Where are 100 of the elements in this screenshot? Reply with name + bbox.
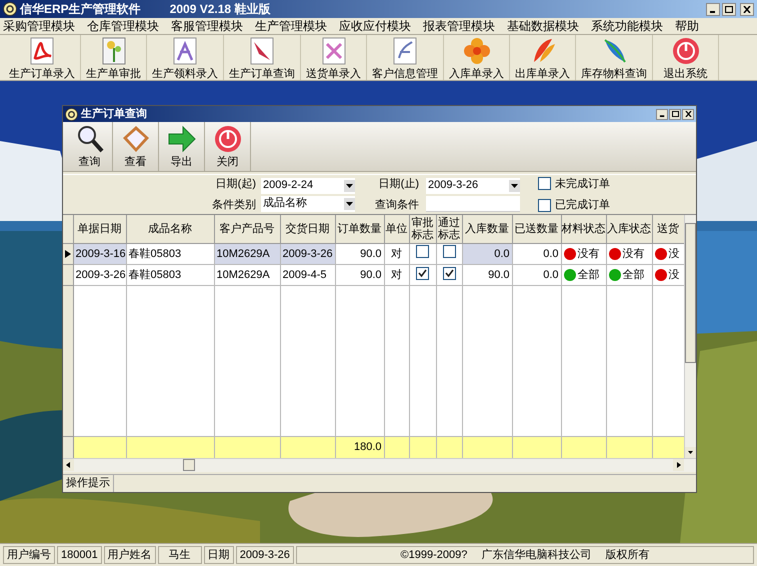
column-header[interactable]: 单据日期 xyxy=(73,215,126,244)
query-field[interactable] xyxy=(426,196,520,212)
toolbar-button[interactable]: 入库单录入 xyxy=(444,35,510,80)
menu-item[interactable]: 生产管理模块 xyxy=(255,19,327,33)
scroll-down-icon[interactable] xyxy=(685,447,696,458)
column-header[interactable]: 审批标志 xyxy=(409,215,436,244)
close-icon xyxy=(743,6,751,12)
column-header[interactable]: 交货日期 xyxy=(280,215,335,244)
dialog-title: 生产订单查询 xyxy=(81,106,147,122)
status-label: 用户编号 xyxy=(3,546,55,564)
vertical-scrollbar[interactable] xyxy=(684,215,696,458)
app-logo-icon xyxy=(65,108,78,120)
table-cell: 对 xyxy=(384,243,409,264)
status-text: 全部 xyxy=(578,268,600,282)
status-label: 用户姓名 xyxy=(104,546,156,564)
column-header[interactable]: 材料状态 xyxy=(561,215,606,244)
toolbar-button[interactable]: 生产订单查询 xyxy=(224,35,301,80)
column-header[interactable]: 送货 xyxy=(652,215,684,244)
maximize-button[interactable] xyxy=(669,108,681,120)
scrollbar-thumb[interactable] xyxy=(182,459,194,472)
toolbar-button[interactable]: 生产领料录入 xyxy=(147,35,224,80)
table-cell: 2009-3-26 xyxy=(280,243,335,264)
menu-item[interactable]: 系统功能模块 xyxy=(591,19,663,33)
toolbar-button[interactable]: 出库单录入 xyxy=(510,35,576,80)
close-button[interactable] xyxy=(740,2,754,16)
column-header[interactable]: 单位 xyxy=(384,215,409,244)
table-cell: 0.0 xyxy=(512,264,561,286)
scrollbar-thumb[interactable] xyxy=(685,223,696,364)
flower-icon xyxy=(462,36,492,66)
table-cell: 2009-3-16 xyxy=(73,243,126,264)
approval-checkbox[interactable] xyxy=(416,244,429,258)
toolbar-button[interactable]: 退出系统 xyxy=(653,35,719,80)
toolbar-button[interactable]: 送货单录入 xyxy=(301,35,367,80)
copyright-text: ©1999-2009? xyxy=(400,548,468,563)
table-cell: 0.0 xyxy=(462,243,512,264)
menu-item[interactable]: 帮助 xyxy=(675,19,699,33)
column-header[interactable]: 入库数量 xyxy=(462,215,512,244)
tool-button[interactable]: 导出 xyxy=(159,122,205,171)
column-header[interactable]: 通过标志 xyxy=(436,215,462,244)
menu-item[interactable]: 采购管理模块 xyxy=(3,19,75,33)
maximize-button[interactable] xyxy=(722,2,736,16)
scroll-left-icon[interactable] xyxy=(63,459,74,472)
scroll-right-icon[interactable] xyxy=(673,459,684,472)
toolbar-button[interactable]: 库存物料查询 xyxy=(576,35,653,80)
horizontal-scrollbar[interactable] xyxy=(63,458,696,472)
table-cell: 2009-3-26 xyxy=(73,264,126,286)
app-logo-icon xyxy=(3,2,17,16)
menu-item[interactable]: 基础数据模块 xyxy=(507,19,579,33)
menu-item[interactable]: 客服管理模块 xyxy=(171,19,243,33)
column-header[interactable]: 成品名称 xyxy=(126,215,214,244)
status-text: 全部 xyxy=(622,268,644,282)
column-header[interactable]: 已送数量 xyxy=(512,215,561,244)
close-button[interactable] xyxy=(682,108,694,120)
pass-checkbox[interactable] xyxy=(442,266,456,280)
maximize-icon xyxy=(672,111,678,117)
checkbox-label: 已完成订单 xyxy=(555,198,610,214)
condition-dropdown[interactable]: 成品名称 xyxy=(261,196,355,212)
column-header[interactable]: 入库状态 xyxy=(606,215,652,244)
table-cell: 90.0 xyxy=(335,243,384,264)
menu-item[interactable]: 仓库管理模块 xyxy=(87,19,159,33)
toolbar-button[interactable]: 生产订单录入 xyxy=(4,35,81,80)
status-value: 180001 xyxy=(57,546,102,564)
checkbox[interactable] xyxy=(538,177,551,190)
tool-button[interactable]: 关闭 xyxy=(205,122,251,171)
pass-checkbox[interactable] xyxy=(442,244,456,258)
copyright-text: 广东信华电脑科技公司 xyxy=(481,548,592,563)
power-icon xyxy=(212,124,242,154)
row-selector[interactable] xyxy=(63,243,73,264)
field-label: 日期(起) xyxy=(216,177,256,192)
status-value: 2009-3-26 xyxy=(236,546,294,564)
total-quantity: 180.0 xyxy=(354,441,382,454)
window-title: 信华ERP生产管理软件 xyxy=(20,1,141,18)
table-cell: 春鞋05803 xyxy=(126,243,214,264)
date-dropdown[interactable]: 2009-3-26 xyxy=(426,178,520,194)
column-header[interactable]: 客户产品号 xyxy=(214,215,280,244)
copyright-text: 版权所有 xyxy=(605,548,650,563)
column-header[interactable]: 订单数量 xyxy=(335,215,384,244)
table-cell: 90.0 xyxy=(462,264,512,286)
table-cell: 90.0 xyxy=(335,264,384,286)
hint-label: 操作提示 xyxy=(63,474,114,492)
minimize-button[interactable] xyxy=(706,2,720,16)
menu-item[interactable]: 报表管理模块 xyxy=(423,19,495,33)
approval-checkbox[interactable] xyxy=(416,266,429,280)
tool-button[interactable]: 查询 xyxy=(67,122,113,171)
date-dropdown[interactable]: 2009-2-24 xyxy=(261,178,355,194)
checkbox-label: 未完成订单 xyxy=(555,176,610,192)
table-cell: 2009-4-5 xyxy=(280,264,335,286)
menu-item[interactable]: 应收应付模块 xyxy=(339,19,411,33)
table-cell: 0.0 xyxy=(512,243,561,264)
checkbox[interactable] xyxy=(538,198,551,212)
toolbar-button[interactable]: 客户信息管理 xyxy=(367,35,444,80)
status-text: 没 xyxy=(668,246,680,262)
tool-button[interactable]: 查看 xyxy=(113,122,159,171)
status-text: 没有 xyxy=(622,246,644,262)
current-row-icon xyxy=(65,250,71,258)
power-icon xyxy=(670,36,700,66)
close-icon xyxy=(684,111,692,117)
toolbar-button[interactable]: 生产单审批 xyxy=(81,35,147,80)
field-label: 条件类别 xyxy=(212,198,256,213)
minimize-button[interactable] xyxy=(656,108,668,120)
